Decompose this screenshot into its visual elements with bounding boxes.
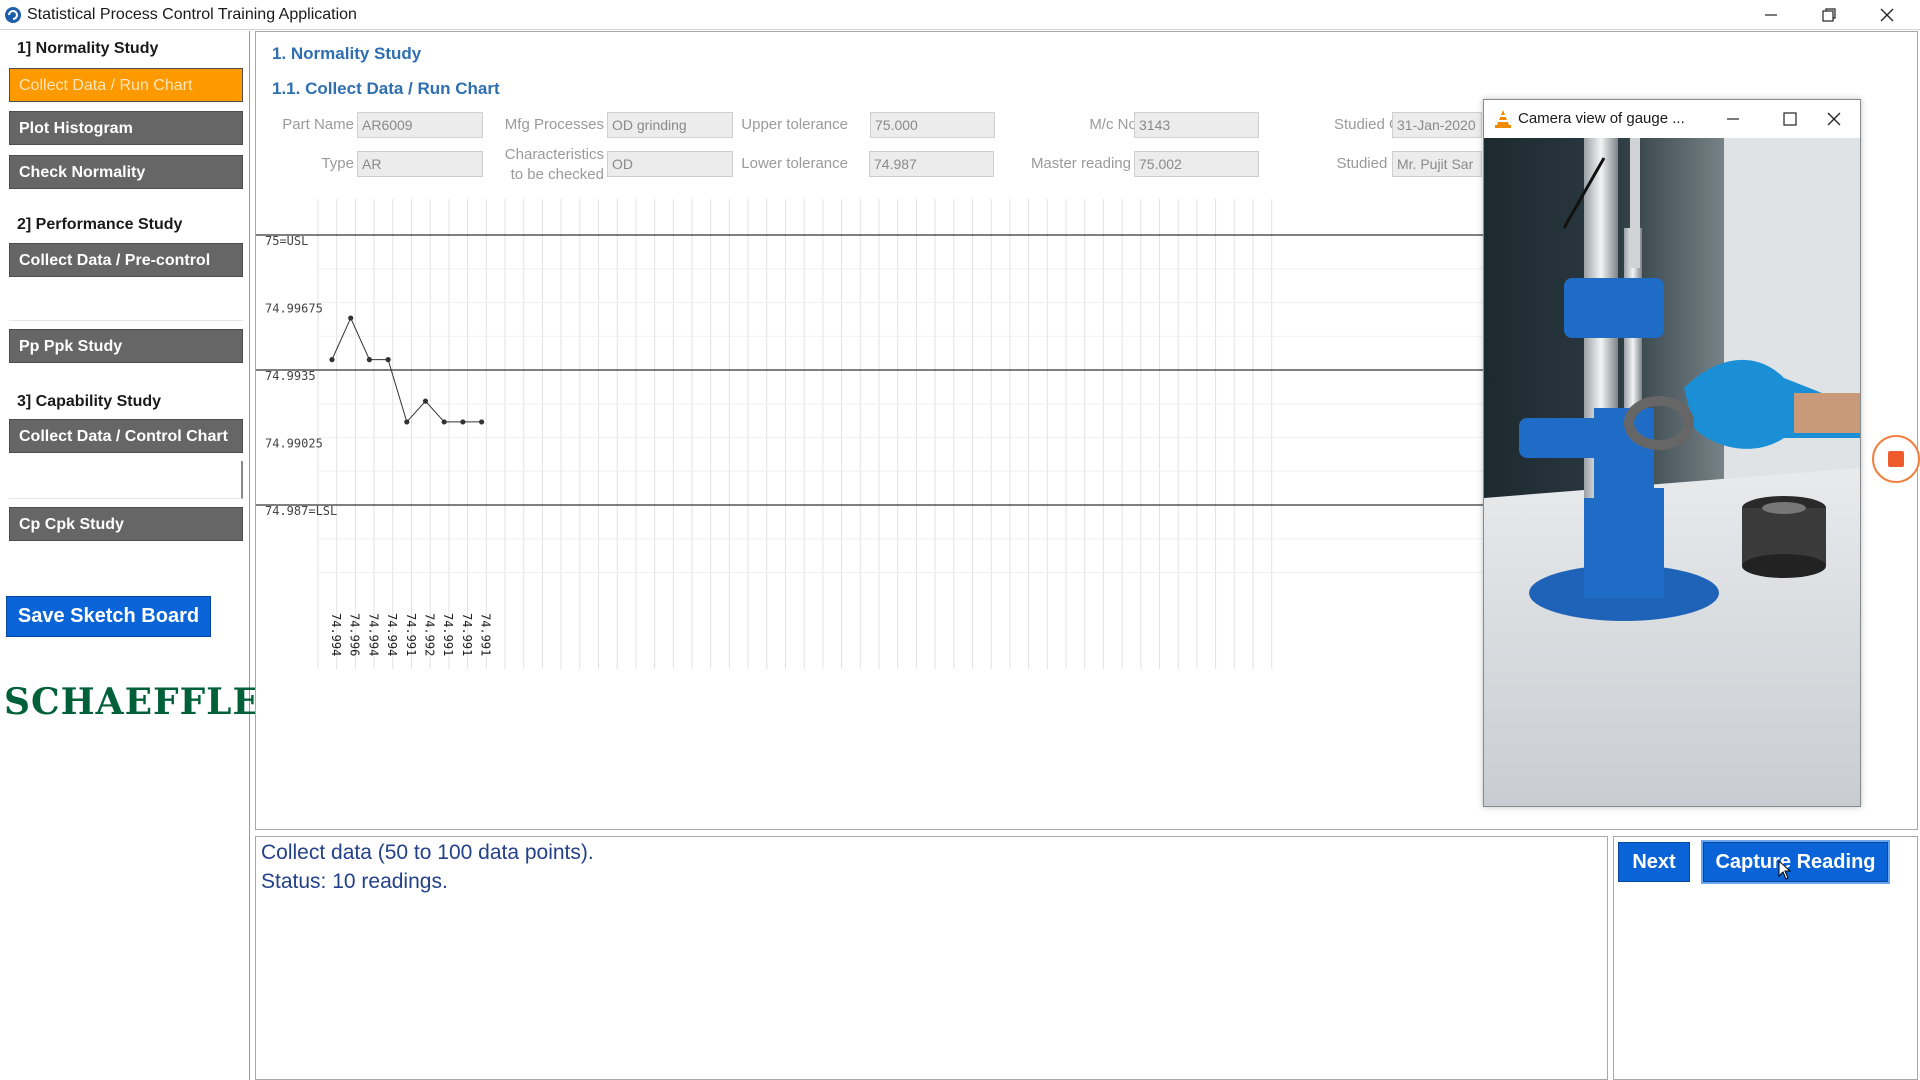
data-point (348, 315, 354, 321)
vlc-cone-icon (1495, 110, 1511, 128)
sidebar-empty-slot (9, 461, 243, 499)
window-title: Statistical Process Control Training App… (27, 6, 357, 23)
status-panel: Collect data (50 to 100 data points). St… (255, 836, 1608, 1080)
section-heading-normality: 1] Normality Study (17, 40, 159, 57)
y-tick-label: 74.987=LSL (265, 504, 337, 518)
restore-icon[interactable] (1800, 0, 1858, 30)
collect-data-pre-control-button[interactable]: Collect Data / Pre-control (9, 243, 243, 277)
data-point (460, 419, 466, 425)
title-bar: Statistical Process Control Training App… (0, 0, 1920, 30)
camera-feed-image (1484, 138, 1860, 806)
y-tick-label: 74.9935 (265, 369, 316, 383)
sidebar-empty-slot (9, 283, 243, 321)
collect-data-run-chart-button[interactable]: Collect Data / Run Chart (9, 68, 243, 102)
collect-data-control-chart-button[interactable]: Collect Data / Control Chart (9, 419, 243, 453)
action-panel: Next Capture Reading (1613, 836, 1918, 1080)
data-point (422, 398, 429, 404)
close-icon[interactable] (1858, 0, 1916, 30)
data-value-label: 74.994 (366, 613, 380, 656)
record-stop-button[interactable] (1872, 435, 1920, 483)
data-point (479, 419, 485, 425)
camera-maximize-icon[interactable] (1765, 100, 1815, 138)
data-point (404, 419, 410, 425)
status-text: Status: 10 readings. (261, 870, 448, 893)
section-heading-capability: 3] Capability Study (17, 393, 162, 410)
y-tick-label: 74.99025 (265, 437, 323, 451)
check-normality-button[interactable]: Check Normality (9, 155, 243, 189)
data-value-label: 74.996 (348, 613, 362, 656)
camera-window-titlebar[interactable]: Camera view of gauge ... (1484, 100, 1860, 138)
stop-icon (1888, 451, 1904, 467)
minimize-icon[interactable] (1742, 0, 1800, 30)
capture-reading-button[interactable]: Capture Reading (1701, 840, 1890, 884)
camera-minimize-icon[interactable] (1708, 100, 1758, 138)
pp-ppk-study-button[interactable]: Pp Ppk Study (9, 329, 243, 363)
data-value-label: 74.991 (404, 613, 418, 656)
camera-window[interactable]: Camera view of gauge ... (1483, 99, 1861, 807)
data-value-label: 74.991 (479, 613, 493, 656)
run-chart: 75=USL 74.99675 74.9935 74.99025 74.987=LSL 7… (256, 199, 1484, 669)
save-sketch-board-button[interactable]: Save Sketch Board (6, 596, 211, 637)
data-value-label: 74.994 (385, 613, 399, 656)
app-icon (5, 7, 21, 23)
data-point (366, 357, 372, 363)
y-tick-label: 75=USL (265, 234, 308, 248)
sidebar: 1] Normality Study Collect Data / Run Ch… (0, 31, 291, 1080)
section-heading-performance: 2] Performance Study (17, 216, 183, 233)
camera-close-icon[interactable] (1809, 100, 1859, 138)
y-tick-label: 74.99675 (265, 302, 323, 316)
data-point (329, 357, 335, 363)
schaeffler-logo: SCHAEFFLER (4, 681, 292, 723)
data-value-label: 74.991 (460, 613, 474, 656)
data-value-label: 74.991 (441, 613, 455, 656)
camera-window-title: Camera view of gauge ... (1518, 110, 1685, 127)
mouse-cursor-icon (1778, 860, 1792, 880)
data-point (385, 357, 391, 363)
data-value-label: 74.994 (329, 613, 343, 656)
data-point (441, 419, 447, 425)
camera-feed (1484, 138, 1860, 806)
next-button[interactable]: Next (1618, 842, 1690, 882)
cp-cpk-study-button[interactable]: Cp Cpk Study (9, 507, 243, 541)
data-value-label: 74.992 (423, 613, 437, 656)
instruction-text: Collect data (50 to 100 data points). (261, 841, 594, 864)
plot-histogram-button[interactable]: Plot Histogram (9, 111, 243, 145)
